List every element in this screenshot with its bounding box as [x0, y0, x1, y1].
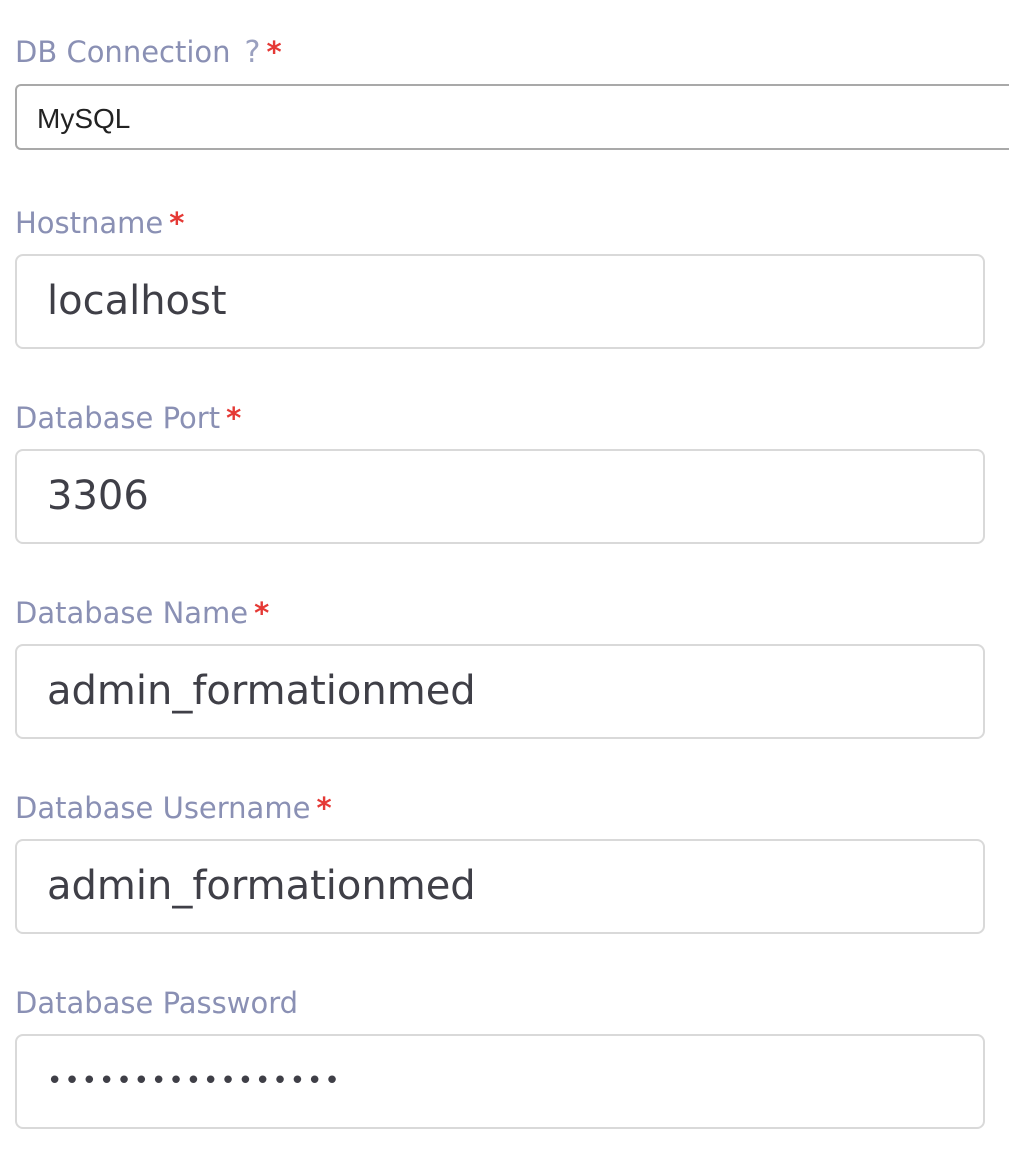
port-label-text: Database Port: [15, 401, 221, 435]
db-name-input[interactable]: admin_formationmed: [15, 644, 985, 739]
port-label: Database Port *: [15, 398, 241, 438]
required-marker: *: [226, 401, 242, 435]
required-marker: *: [316, 791, 332, 825]
port-input[interactable]: 3306: [15, 449, 985, 544]
db-connection-label-text: DB Connection: [15, 35, 231, 69]
db-connection-label: DB Connection? *: [15, 32, 282, 72]
port-value: 3306: [47, 473, 149, 519]
db-username-label: Database Username *: [15, 788, 332, 828]
db-username-input[interactable]: admin_formationmed: [15, 839, 985, 934]
db-name-label-text: Database Name: [15, 596, 249, 630]
db-password-label-text: Database Password: [15, 986, 299, 1020]
required-marker: *: [266, 35, 282, 69]
required-marker: *: [254, 596, 270, 630]
hostname-label: Hostname *: [15, 203, 184, 243]
db-password-input[interactable]: •••••••••••••••••: [15, 1034, 985, 1129]
help-icon[interactable]: ?: [245, 33, 261, 73]
hostname-input[interactable]: localhost: [15, 254, 985, 349]
hostname-value: localhost: [47, 278, 227, 324]
db-connection-select[interactable]: MySQL: [15, 84, 1009, 150]
db-connection-selected-value: MySQL: [37, 103, 131, 134]
db-password-value: •••••••••••••••••: [47, 1066, 342, 1096]
db-name-value: admin_formationmed: [47, 668, 476, 714]
db-name-label: Database Name *: [15, 593, 269, 633]
db-username-label-text: Database Username: [15, 791, 311, 825]
required-marker: *: [169, 206, 185, 240]
db-password-label: Database Password: [15, 983, 298, 1023]
db-username-value: admin_formationmed: [47, 863, 476, 909]
hostname-label-text: Hostname: [15, 206, 164, 240]
